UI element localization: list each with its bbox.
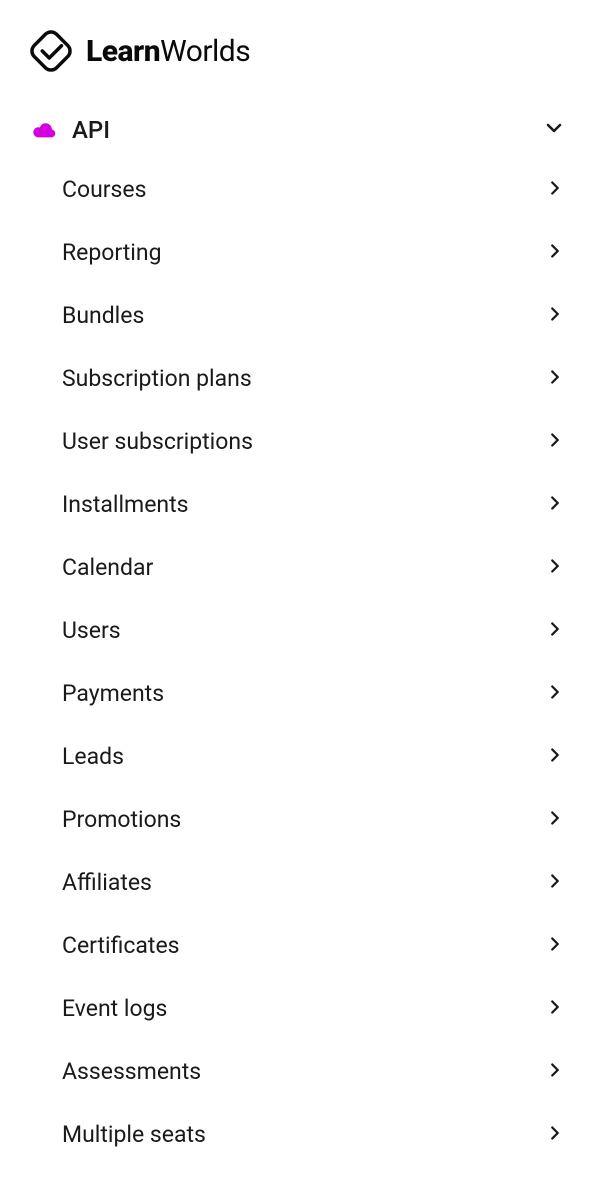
nav-root-label: API	[72, 116, 542, 144]
nav-item-label: Bundles	[62, 302, 144, 329]
nav-item-bundles[interactable]: Bundles	[62, 284, 566, 347]
nav-item-label: Assessments	[62, 1058, 201, 1085]
chevron-right-icon	[544, 492, 566, 518]
nav-item-label: Event logs	[62, 995, 167, 1022]
nav-item-label: Calendar	[62, 554, 153, 581]
chevron-right-icon	[544, 1059, 566, 1085]
nav-item-leads[interactable]: Leads	[62, 725, 566, 788]
nav-root-api[interactable]: API	[30, 108, 566, 152]
nav-item-multiple-seats[interactable]: Multiple seats	[62, 1103, 566, 1166]
cloud-icon	[30, 120, 60, 140]
chevron-right-icon	[544, 1122, 566, 1148]
chevron-right-icon	[544, 933, 566, 959]
chevron-right-icon	[544, 618, 566, 644]
chevron-right-icon	[544, 870, 566, 896]
nav-item-label: Leads	[62, 743, 124, 770]
nav-item-installments[interactable]: Installments	[62, 473, 566, 536]
chevron-right-icon	[544, 177, 566, 203]
brand-name-light: Worlds	[160, 34, 250, 69]
brand-name-bold: Learn	[86, 34, 160, 69]
chevron-right-icon	[544, 303, 566, 329]
chevron-right-icon	[544, 240, 566, 266]
nav-item-certificates[interactable]: Certificates	[62, 914, 566, 977]
nav-item-courses[interactable]: Courses	[62, 158, 566, 221]
nav-item-label: Users	[62, 617, 121, 644]
nav-list: Courses Reporting Bundles Subscription p…	[30, 158, 566, 1166]
nav-item-affiliates[interactable]: Affiliates	[62, 851, 566, 914]
nav-item-event-logs[interactable]: Event logs	[62, 977, 566, 1040]
chevron-right-icon	[544, 429, 566, 455]
chevron-right-icon	[544, 681, 566, 707]
chevron-right-icon	[544, 555, 566, 581]
nav-item-payments[interactable]: Payments	[62, 662, 566, 725]
brand-logo[interactable]: LearnWorlds	[30, 30, 566, 72]
nav-item-users[interactable]: Users	[62, 599, 566, 662]
nav-item-subscription-plans[interactable]: Subscription plans	[62, 347, 566, 410]
nav-item-calendar[interactable]: Calendar	[62, 536, 566, 599]
chevron-down-icon	[542, 116, 566, 144]
nav-item-user-subscriptions[interactable]: User subscriptions	[62, 410, 566, 473]
nav-item-label: Certificates	[62, 932, 180, 959]
nav-item-label: Installments	[62, 491, 189, 518]
nav-item-promotions[interactable]: Promotions	[62, 788, 566, 851]
chevron-right-icon	[544, 744, 566, 770]
chevron-right-icon	[544, 807, 566, 833]
nav-item-label: Payments	[62, 680, 164, 707]
brand-logo-icon	[30, 30, 72, 72]
nav-item-label: Affiliates	[62, 869, 152, 896]
nav-item-reporting[interactable]: Reporting	[62, 221, 566, 284]
nav-item-label: Subscription plans	[62, 365, 252, 392]
nav-item-label: Courses	[62, 176, 147, 203]
brand-logo-text: LearnWorlds	[86, 34, 250, 69]
nav-item-assessments[interactable]: Assessments	[62, 1040, 566, 1103]
chevron-right-icon	[544, 366, 566, 392]
nav-item-label: Multiple seats	[62, 1121, 206, 1148]
nav-item-label: Reporting	[62, 239, 162, 266]
nav-item-label: Promotions	[62, 806, 181, 833]
chevron-right-icon	[544, 996, 566, 1022]
nav-item-label: User subscriptions	[62, 428, 253, 455]
